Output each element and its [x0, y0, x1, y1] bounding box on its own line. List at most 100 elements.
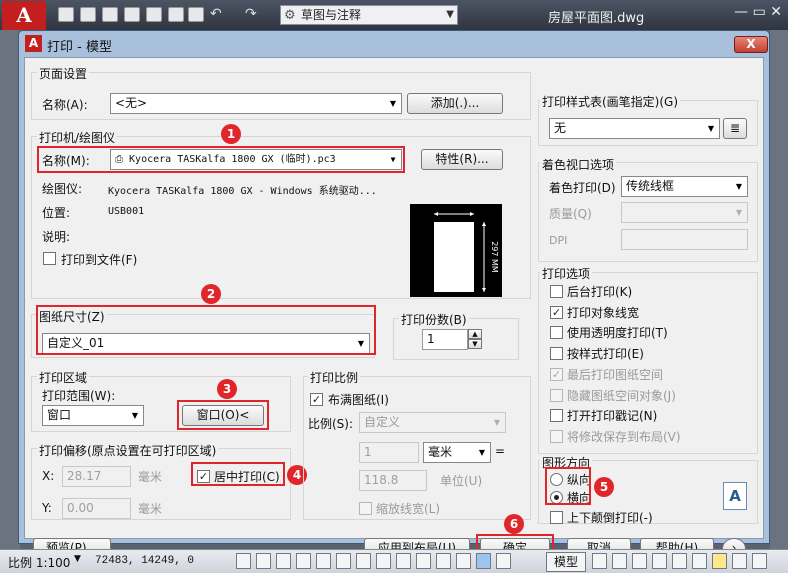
isolate-objects-icon[interactable] [732, 553, 747, 569]
plot-with-styles-checkbox[interactable] [550, 347, 563, 360]
chevron-down-icon: ▼ [735, 208, 743, 217]
undo-icon[interactable]: ↶ [210, 6, 222, 22]
offset-y-input[interactable]: 0.00 [62, 498, 131, 519]
plot-with-styles-label: 按样式打印(E) [567, 347, 644, 361]
offset-x-input[interactable]: 28.17 [62, 466, 131, 487]
plot-paperspace-last-checkbox[interactable]: ✓ [550, 368, 563, 381]
step-marker-2: 2 [201, 284, 221, 304]
app-logo-icon[interactable]: A [2, 1, 46, 30]
workspace-label: 草图与注释 [301, 8, 362, 22]
customization-icon[interactable] [752, 553, 767, 569]
background-plot-checkbox[interactable] [550, 285, 563, 298]
hide-paperspace-objects-checkbox[interactable] [550, 389, 563, 402]
scale-unit-select[interactable]: 毫米 ▼ [423, 442, 491, 463]
publish-icon[interactable] [146, 7, 162, 22]
hardware-acceleration-icon[interactable] [712, 553, 727, 569]
status-bar: 比例 1:100 ▼ 72483, 14249, 0 模型 [0, 549, 788, 573]
offset-y-label: Y: [42, 501, 52, 515]
upside-down-checkbox[interactable] [550, 511, 563, 524]
description-label: 说明: [42, 230, 71, 244]
quality-select[interactable]: ▼ [621, 202, 748, 223]
plot-lineweights-checkbox[interactable]: ✓ [550, 306, 563, 319]
scale-value-1[interactable]: 1 [359, 442, 419, 463]
infer-constraints-icon[interactable] [236, 553, 251, 569]
page-setup-name-value: <无> [115, 96, 148, 110]
printer-properties-button[interactable]: 特性(R)... [421, 149, 503, 170]
highlight-box-2 [36, 305, 376, 355]
quick-properties-icon[interactable] [476, 553, 491, 569]
model-space-button[interactable]: 模型 [546, 552, 586, 572]
dpi-input[interactable] [621, 229, 748, 250]
quick-view-icon[interactable] [612, 553, 627, 569]
save-icon[interactable] [102, 7, 118, 22]
page-setup-name-label: 名称(A): [42, 98, 88, 112]
paper-preview: 297 MM [410, 204, 502, 297]
plot-stamp-checkbox[interactable] [550, 409, 563, 422]
plot-style-select[interactable]: 无 ▼ [549, 118, 720, 139]
plot-icon[interactable] [188, 7, 204, 22]
object-snap-icon[interactable] [336, 553, 351, 569]
selection-cycling-icon[interactable] [496, 553, 511, 569]
save-as-icon[interactable] [124, 7, 140, 22]
edit-style-icon[interactable]: ≣ [723, 118, 747, 139]
highlight-box-3 [177, 400, 269, 430]
object-snap-tracking-icon[interactable] [376, 553, 391, 569]
offset-y-unit: 毫米 [138, 502, 163, 516]
lock-icon[interactable] [692, 553, 707, 569]
shade-plot-label: 着色打印(D) [549, 181, 616, 195]
scale-lineweights-checkbox[interactable] [359, 502, 372, 515]
fit-to-paper-checkbox[interactable]: ✓ [310, 393, 323, 406]
step-marker-3: 3 [217, 379, 237, 399]
plot-transparency-checkbox[interactable] [550, 326, 563, 339]
polar-tracking-icon[interactable] [316, 553, 331, 569]
snap-mode-icon[interactable] [256, 553, 271, 569]
plot-dialog: A 打印 - 模型 X 页面设置 名称(A): <无> ▼ 添加(.)... 打印… [18, 30, 770, 561]
scale-ratio-select[interactable]: 自定义 ▼ [359, 412, 506, 433]
open-icon[interactable] [80, 7, 96, 22]
plot-range-label: 打印范围(W): [42, 389, 116, 403]
chevron-down-icon[interactable]: ▼ [74, 554, 81, 564]
scale-equals: = [495, 444, 506, 458]
chevron-down-icon: ▼ [707, 124, 715, 133]
window-controls[interactable]: — ▭ ✕ [734, 4, 782, 20]
annotation-scale[interactable]: 比例 1:100 [8, 554, 70, 571]
3d-object-snap-icon[interactable] [356, 553, 371, 569]
dynamic-ucs-icon[interactable] [396, 553, 411, 569]
shade-plot-select[interactable]: 传统线框 ▼ [621, 176, 748, 197]
plot-area-title: 打印区域 [37, 369, 90, 386]
copies-input[interactable]: 1 [422, 329, 468, 350]
plot-lineweights-label: 打印对象线宽 [567, 306, 640, 320]
grid-display-icon[interactable] [276, 553, 291, 569]
redo-icon[interactable]: ↷ [245, 6, 257, 22]
workspace-switch-icon[interactable] [672, 553, 687, 569]
chevron-down-icon: ▼ [389, 99, 397, 108]
transparency-icon[interactable] [456, 553, 471, 569]
plot-scale-title: 打印比例 [308, 369, 361, 386]
copies-up-icon[interactable]: ▲ [468, 329, 482, 339]
step-marker-5: 5 [594, 477, 614, 497]
dialog-title: 打印 - 模型 [47, 40, 112, 55]
print-preview-icon[interactable] [168, 7, 184, 22]
layout-icon[interactable] [592, 553, 607, 569]
save-changes-layout-checkbox[interactable] [550, 430, 563, 443]
new-icon[interactable] [58, 7, 74, 22]
printer-group-title: 打印机/绘图仪 [37, 129, 118, 146]
coordinates-readout: 72483, 14249, 0 [95, 555, 195, 567]
add-page-setup-button[interactable]: 添加(.)... [407, 93, 503, 114]
lineweight-icon[interactable] [436, 553, 451, 569]
print-to-file-checkbox[interactable] [43, 252, 56, 265]
copies-down-icon[interactable]: ▼ [468, 339, 482, 349]
chevron-down-icon: ▼ [131, 411, 139, 420]
copies-title: 打印份数(B) [399, 311, 469, 328]
dynamic-input-icon[interactable] [416, 553, 431, 569]
scale-value-2[interactable]: 118.8 [359, 470, 427, 491]
workspace-select[interactable]: ⚙ 草图与注释 ▼ [280, 5, 458, 25]
plot-options-title: 打印选项 [540, 265, 593, 282]
ortho-mode-icon[interactable] [296, 553, 311, 569]
page-setup-name-select[interactable]: <无> ▼ [110, 93, 402, 114]
auto-scale-icon[interactable] [652, 553, 667, 569]
close-button[interactable]: X [734, 36, 768, 53]
plot-range-select[interactable]: 窗口 ▼ [42, 405, 144, 426]
shaded-viewport-title: 着色视口选项 [540, 156, 617, 173]
annotation-visibility-icon[interactable] [632, 553, 647, 569]
